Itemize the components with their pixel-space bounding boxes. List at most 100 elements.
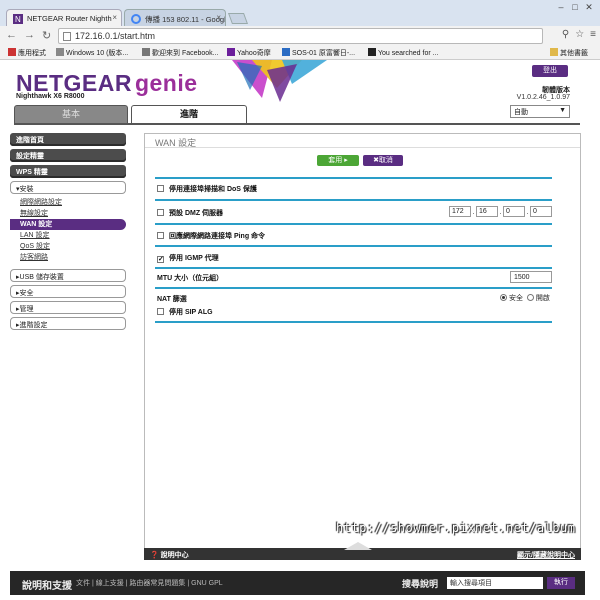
- apply-button[interactable]: 套用 ▸: [317, 155, 359, 166]
- chevron-down-icon: ▼: [559, 107, 566, 114]
- browser-toolbar: ← → ↻ 172.16.0.1/start.htm ⚲ ☆ ≡: [0, 26, 600, 46]
- watermark: http://showmer.pixnet.net/album: [336, 521, 576, 535]
- bookmark-yahoo[interactable]: Yahoo奇摩: [227, 48, 271, 58]
- forward-icon[interactable]: →: [24, 29, 35, 41]
- section-divider: [155, 321, 552, 323]
- sidebar-section-usb-storage[interactable]: ▸USB 儲存裝置: [10, 269, 126, 282]
- nat-filtering-options: 安全 開啟: [500, 293, 550, 303]
- footer-search-label: 搜尋說明: [402, 579, 439, 589]
- footer-title: 說明和支援: [22, 581, 72, 592]
- support-footer: 說明和支援 文件 | 線上支援 | 路由器常見問題集 | GNU GPL 搜尋說…: [10, 571, 585, 595]
- sidebar-section-advanced-setup[interactable]: ▸進階設定: [10, 317, 126, 330]
- bookmarks-bar: 應用程式 Windows 10 (版本... 歡迎來到 Facebook... …: [0, 46, 600, 60]
- extension-icon[interactable]: ⚲: [562, 29, 569, 40]
- section-divider: [155, 177, 552, 179]
- help-center-label[interactable]: ❓ 說明中心: [150, 550, 189, 560]
- dmz-ip-octet-3[interactable]: 0: [503, 206, 525, 217]
- ping-row: 回應網際網路連接埠 Ping 命令: [157, 231, 265, 241]
- back-icon[interactable]: ←: [6, 29, 17, 41]
- igmp-row: ✓ 停用 IGMP 代理: [157, 255, 219, 263]
- disable-dos-checkbox[interactable]: [157, 185, 164, 192]
- section-divider: [155, 287, 552, 289]
- dmz-ip-octet-1[interactable]: 172: [449, 206, 471, 217]
- netgear-favicon-icon: N: [13, 14, 23, 24]
- sidebar-section-security[interactable]: ▸安全: [10, 285, 126, 298]
- bookmark-facebook[interactable]: 歡迎來到 Facebook...: [142, 48, 219, 58]
- sidebar-section-administration[interactable]: ▸管理: [10, 301, 126, 314]
- bookmark-windows10[interactable]: Windows 10 (版本...: [56, 48, 128, 58]
- dmz-ip-input: 172. 16. 0. 0: [449, 206, 552, 217]
- help-center-bar: ❓ 說明中心 顯示/隱藏說明中心: [144, 542, 581, 560]
- header-decoration-icon: [232, 60, 327, 102]
- tab-title: 傳播 153 802.11 - Googl: [145, 15, 226, 24]
- dos-protection-row: 停用連接埠掃描和 DoS 保護: [157, 184, 257, 194]
- sidebar-item-setup-wizard[interactable]: 設定精靈: [10, 149, 126, 162]
- sidebar-item-advanced-home[interactable]: 進階首頁: [10, 133, 126, 146]
- address-bar[interactable]: 172.16.0.1/start.htm: [58, 28, 543, 44]
- sidebar-item-guest-network[interactable]: 訪客網路: [10, 252, 126, 263]
- dmz-checkbox[interactable]: [157, 209, 164, 216]
- mtu-input[interactable]: 1500: [510, 271, 552, 283]
- bookmark-sos[interactable]: SOS-01 原富響日-...: [282, 48, 355, 58]
- page-icon: [56, 48, 64, 56]
- globe-icon: [282, 48, 290, 56]
- footer-links[interactable]: 文件 | 線上支援 | 路由器常見問題集 | GNU GPL: [76, 578, 223, 588]
- close-window-icon[interactable]: ✕: [582, 2, 596, 13]
- maximize-icon[interactable]: □: [568, 2, 582, 12]
- bookmark-other[interactable]: 其他書籤: [550, 48, 588, 58]
- cancel-button[interactable]: ✖取消: [363, 155, 403, 166]
- browser-tab-netgear[interactable]: N NETGEAR Router Nighth ×: [6, 9, 122, 26]
- footer-search-button[interactable]: 執行: [547, 577, 575, 589]
- bookmark-search[interactable]: You searched for ...: [368, 48, 438, 57]
- dmz-ip-octet-2[interactable]: 16: [476, 206, 498, 217]
- dmz-ip-octet-4[interactable]: 0: [530, 206, 552, 217]
- sidebar-item-wps-wizard[interactable]: WPS 精靈: [10, 165, 126, 178]
- page-icon: [142, 48, 150, 56]
- sip-alg-row: 停用 SIP ALG: [157, 307, 213, 317]
- close-tab-icon[interactable]: ×: [112, 13, 117, 22]
- tab-title: NETGEAR Router Nighth: [27, 14, 112, 23]
- close-tab-icon[interactable]: ×: [216, 13, 221, 22]
- tab-basic[interactable]: 基本: [14, 105, 128, 123]
- tab-advanced[interactable]: 進階: [131, 105, 247, 123]
- nat-filtering-label: NAT 篩選: [157, 296, 187, 303]
- sidebar-item-qos-setup[interactable]: QoS 設定: [10, 241, 126, 252]
- nat-secured-radio[interactable]: [500, 294, 507, 301]
- show-hide-help-link[interactable]: 顯示/隱藏說明中心: [517, 550, 575, 560]
- router-page: NETGEAR genie Nighthawk X6 R8000 登出 韌體版本 …: [0, 60, 600, 600]
- folder-icon: [550, 48, 558, 56]
- firmware-version: V1.0.2.46_1.0.97: [516, 94, 570, 101]
- tab-divider: [14, 123, 580, 125]
- sidebar: 進階首頁 設定精靈 WPS 精靈 ▾安裝 網際網路設定 無線設定 WAN 設定 …: [10, 133, 126, 333]
- google-favicon-icon: [131, 14, 141, 24]
- menu-icon[interactable]: ≡: [590, 29, 596, 40]
- section-divider: [155, 199, 552, 201]
- sidebar-item-internet-setup[interactable]: 網際網路設定: [10, 197, 126, 208]
- footer-search-input[interactable]: 輸入搜尋項目: [447, 577, 543, 589]
- minimize-icon[interactable]: –: [554, 2, 568, 12]
- sidebar-section-setup[interactable]: ▾安裝: [10, 181, 126, 194]
- bookmark-apps[interactable]: 應用程式: [8, 48, 46, 58]
- new-tab-button[interactable]: [227, 13, 249, 24]
- wan-setup-panel: WAN 設定 套用 ▸ ✖取消 停用連接埠掃描和 DoS 保護 預設 DMZ 伺…: [144, 133, 581, 551]
- nat-open-radio[interactable]: [526, 294, 534, 301]
- section-divider: [155, 267, 552, 269]
- browser-tab-google[interactable]: 傳播 153 802.11 - Googl ×: [124, 9, 226, 26]
- reload-icon[interactable]: ↻: [42, 29, 51, 42]
- expand-help-icon[interactable]: [344, 542, 372, 550]
- window-controls: – □ ✕: [554, 2, 596, 13]
- sidebar-item-wireless-setup[interactable]: 無線設定: [10, 208, 126, 219]
- page-icon: [63, 32, 71, 41]
- section-divider: [155, 223, 552, 225]
- language-select[interactable]: 自動 ▼: [510, 105, 570, 118]
- ping-checkbox[interactable]: [157, 232, 164, 239]
- sidebar-item-wan-setup[interactable]: WAN 設定: [10, 219, 126, 230]
- igmp-checkbox[interactable]: ✓: [157, 256, 164, 263]
- logout-button[interactable]: 登出: [532, 65, 568, 77]
- yahoo-icon: [227, 48, 235, 56]
- toolbar-right: ⚲ ☆ ≡: [556, 29, 596, 40]
- bookmark-star-icon[interactable]: ☆: [575, 29, 584, 40]
- mtu-label: MTU 大小（位元組）: [157, 275, 224, 282]
- sidebar-item-lan-setup[interactable]: LAN 設定: [10, 230, 126, 241]
- sip-alg-checkbox[interactable]: [157, 308, 164, 315]
